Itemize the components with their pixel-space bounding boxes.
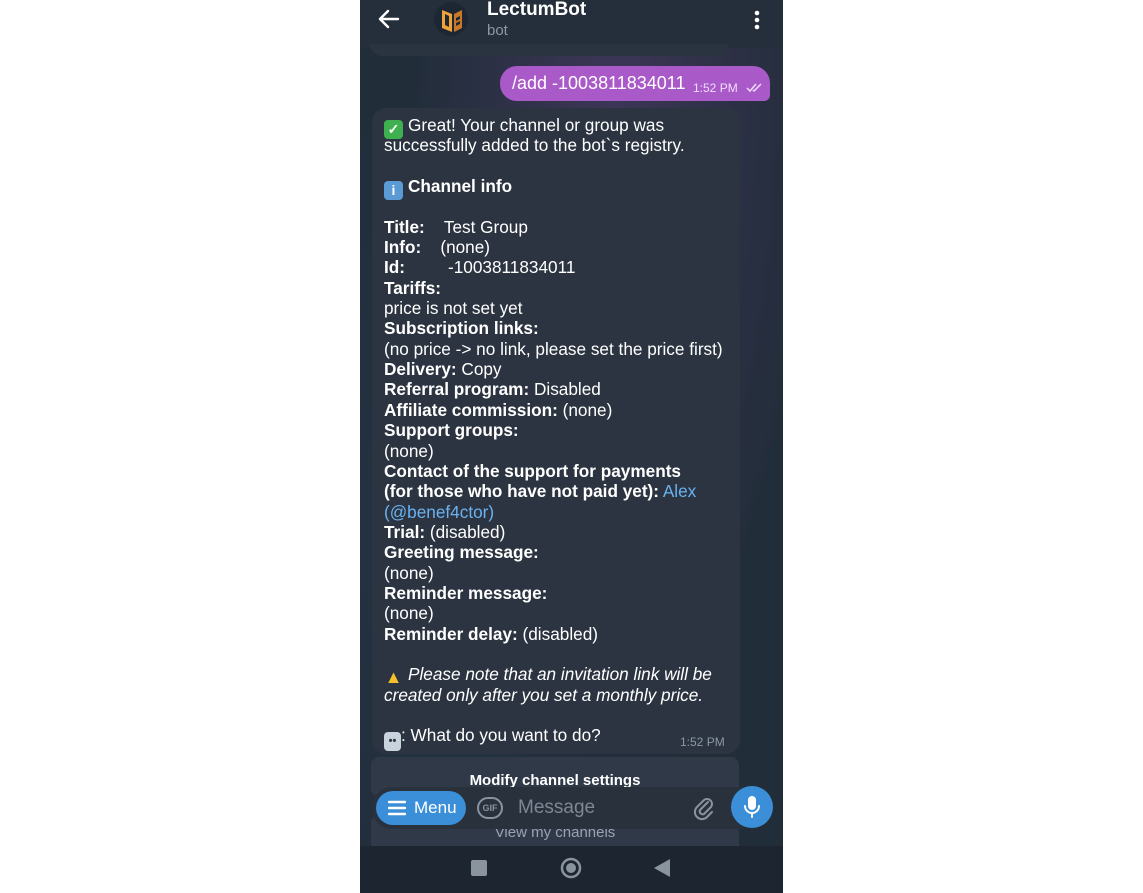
field-label: Affiliate commission: [384,399,558,420]
chat-title[interactable]: LectumBot [487,0,586,21]
android-navigation-bar [360,846,783,893]
field-label: Reminder message: [384,582,548,603]
menu-button[interactable]: Menu [376,791,466,825]
field-value: Copy [461,359,502,380]
field-value: Disabled [533,379,601,400]
field-value: (none) [384,440,434,461]
field-value: (none) [384,562,434,583]
note-line: created only after you set a monthly pri… [384,684,704,705]
previous-message-edge [370,44,728,56]
field-label: Greeting message: [384,542,539,563]
field-label: Tariffs: [384,277,441,298]
field-value: (no price -> no link, please set the pri… [384,338,723,359]
incoming-message-time: 1:52 PM [680,735,725,749]
field-value: Test Group [443,216,528,237]
hamburger-icon [388,800,406,816]
chat-header: LectumBot bot [360,0,783,48]
field-label: Trial: [384,521,426,542]
outgoing-message-time: 1:52 PM [693,81,738,95]
nav-back-icon[interactable] [653,858,671,878]
field-label: Contact of the support for payments [384,460,681,481]
field-label: Subscription links: [384,318,539,339]
field-label: Reminder delay: [384,623,518,644]
field-label: Title: [384,216,425,237]
field-value: price is not set yet [384,298,523,319]
outgoing-message-text: /add -1003811834011 [512,73,686,93]
incoming-message-body: ✓ Great! Your channel or group was succes… [384,115,730,752]
field-label: (for those who have not paid yet): [384,481,660,502]
voice-record-button[interactable] [731,786,773,828]
message-input[interactable] [518,793,683,823]
field-value: (none) [562,399,613,420]
kebab-icon[interactable] [750,9,764,31]
question-line: : What do you want to do? [401,725,601,746]
paperclip-icon[interactable] [691,795,717,821]
home-icon[interactable] [560,857,582,879]
menu-button-label: Menu [414,798,457,817]
bot-avatar[interactable] [434,2,468,36]
robot-emoji: •• [384,732,401,752]
read-ticks-icon [746,83,762,93]
incoming-message[interactable]: ✓ Great! Your channel or group was succes… [372,108,740,754]
channel-info-heading: Channel info [408,176,513,197]
microphone-icon [744,796,760,818]
info-emoji: i [384,181,403,201]
field-label: Delivery: [384,359,457,380]
field-value: (disabled) [429,521,506,542]
message-composer: Menu GIF [372,786,773,829]
message-line: successfully added to the bot`s registry… [384,135,685,156]
arrow-left-icon[interactable] [378,8,400,30]
chat-subtitle: bot [487,22,508,39]
recent-apps-icon[interactable] [471,860,487,876]
field-label: Id: [384,257,405,278]
field-value: (disabled) [522,623,598,644]
field-label: Support groups: [384,420,519,441]
field-label: Info: [384,237,422,258]
field-value: -1003811834011 [447,257,576,278]
message-line: Great! Your channel or group was [408,115,665,135]
note-line: Please note that an invitation link will… [408,664,712,685]
outgoing-message[interactable]: /add -1003811834011 1:52 PM [500,66,770,101]
field-value: (none) [384,603,434,624]
phone-screen: LectumBot bot /add -1003811834011 1:52 P… [360,0,783,893]
support-contact-username-link[interactable]: (@benef4ctor) [384,502,494,522]
gif-icon[interactable]: GIF [477,797,503,819]
lectum-logo-icon [442,10,462,32]
support-contact-link[interactable]: Alex [663,481,696,501]
field-label: Referral program: [384,379,530,400]
field-value: (none) [440,237,491,258]
